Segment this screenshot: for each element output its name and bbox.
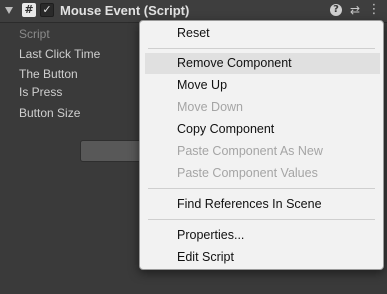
- menu-item-remove-component[interactable]: Remove Component: [145, 53, 380, 74]
- menu-item-paste-as-new: Paste Component As New: [177, 144, 323, 158]
- presets-icon[interactable]: ⇄: [348, 3, 362, 17]
- menu-separator: [148, 48, 375, 49]
- menu-item-find-references[interactable]: Find References In Scene: [145, 194, 380, 215]
- context-menu: Reset Remove Component Move Up Move Down…: [139, 20, 384, 270]
- foldout-arrow-icon[interactable]: [5, 7, 13, 14]
- menu-item-edit-script[interactable]: Edit Script: [145, 247, 380, 268]
- menu-item-move-up[interactable]: Move Up: [145, 75, 380, 96]
- menu-separator: [148, 219, 375, 220]
- script-icon: #: [22, 3, 36, 17]
- field-label-the-button: The Button: [19, 67, 78, 81]
- menu-item-properties[interactable]: Properties...: [145, 225, 380, 246]
- menu-item-reset[interactable]: Reset: [145, 23, 380, 44]
- component-title: Mouse Event (Script): [60, 3, 190, 18]
- field-label-last-click-time: Last Click Time: [19, 47, 101, 61]
- menu-separator: [148, 188, 375, 189]
- help-icon[interactable]: ?: [330, 4, 342, 16]
- field-label-button-size: Button Size: [19, 106, 81, 120]
- more-options-icon[interactable]: ⋮: [367, 3, 381, 17]
- field-label-is-press: Is Press: [19, 85, 63, 99]
- field-label-script: Script: [19, 27, 50, 41]
- menu-item-copy-component[interactable]: Copy Component: [145, 119, 380, 140]
- menu-item-move-down: Move Down: [177, 100, 243, 114]
- menu-item-paste-values: Paste Component Values: [177, 166, 318, 180]
- component-enabled-checkbox[interactable]: ✓: [40, 3, 54, 17]
